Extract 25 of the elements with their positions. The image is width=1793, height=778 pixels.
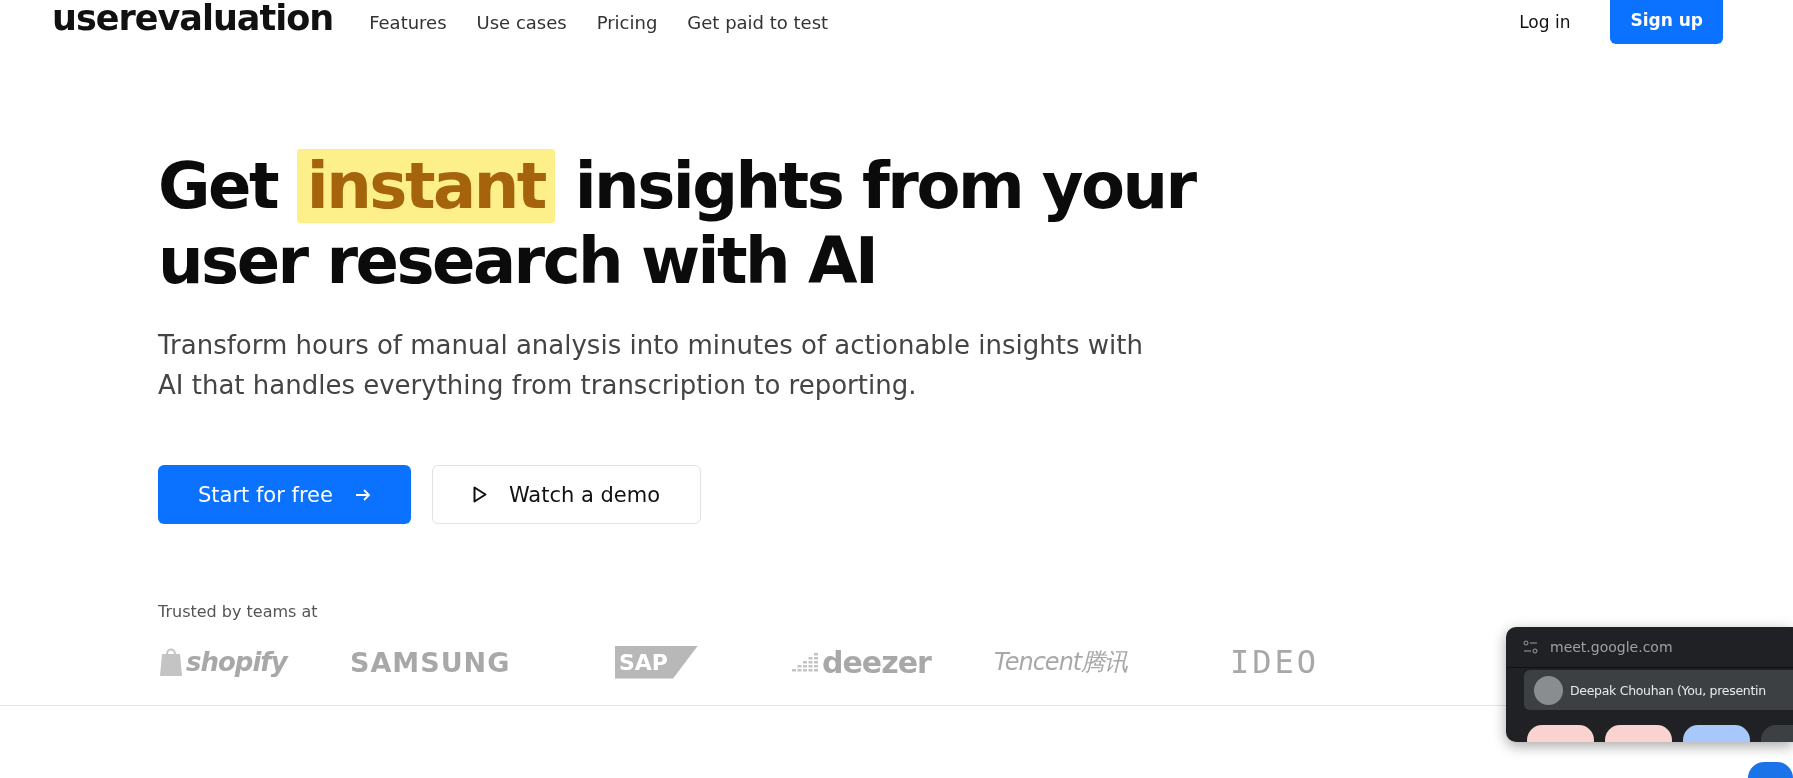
login-link[interactable]: Log in (1519, 12, 1571, 32)
company-logo: shopify (158, 646, 287, 678)
signup-button[interactable]: Sign up (1610, 0, 1723, 44)
nav-link[interactable]: Use cases (476, 11, 567, 33)
play-icon (472, 486, 487, 503)
company-logo: Tencent腾讯 (994, 647, 1128, 678)
nav-link[interactable]: Features (369, 11, 447, 33)
start-button[interactable]: Start for free (158, 465, 411, 524)
company-logo: deezer (792, 644, 931, 680)
presenter-name: Deepak Chouhan (You, presentin (1570, 682, 1766, 698)
url-text: meet.google.com (1550, 639, 1673, 655)
avatar (1534, 675, 1563, 705)
subtitle: Transform hours of manual analysis into minutes of actionable insights with AI that handles everything from transcription to reporting. (158, 329, 1144, 402)
nav-link[interactable]: Pricing (596, 11, 658, 33)
trusted-label: Trusted by teams at (158, 602, 318, 621)
nav-link[interactable]: Get paid to test (687, 11, 829, 33)
demo-button[interactable]: Watch a demo (431, 465, 702, 524)
company-logo: SAMSUNG (350, 646, 511, 678)
company-logo: SAP (615, 645, 698, 679)
arrow-icon (354, 487, 371, 502)
site-logo[interactable]: userevaluation (52, 0, 334, 38)
settings-icon[interactable] (1523, 640, 1538, 654)
chat-button[interactable] (1748, 762, 1793, 778)
headline: Get instant insights from your user research with AI (158, 149, 1197, 299)
company-logo: IDEO (1230, 643, 1320, 681)
